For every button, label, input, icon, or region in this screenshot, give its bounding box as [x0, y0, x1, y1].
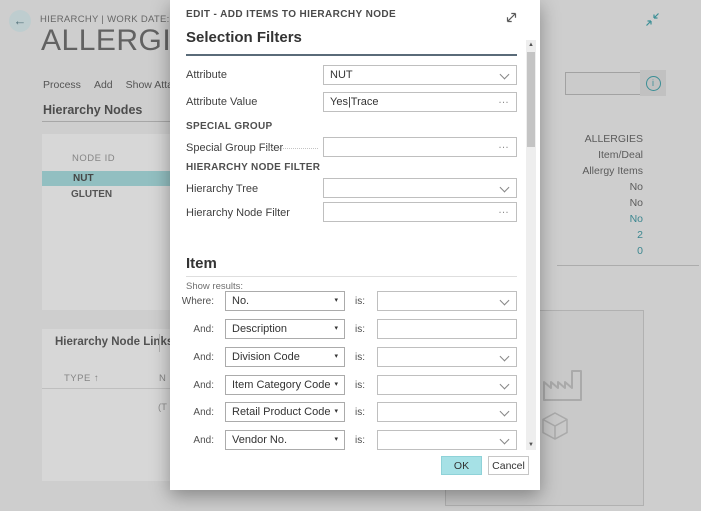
filter-prefix: And: — [180, 352, 214, 363]
filter-value-item-category-code[interactable] — [377, 375, 517, 395]
assist-edit-icon[interactable]: … — [498, 94, 510, 106]
action-menu: Process Add Show Attach — [43, 79, 184, 91]
second-column-header[interactable]: N — [159, 373, 166, 384]
hierarchy-tree-label: Hierarchy Tree — [186, 183, 258, 195]
table-header-divider — [42, 388, 171, 389]
is-label: is: — [355, 296, 365, 307]
item-section-heading: Item — [186, 255, 217, 272]
chevron-down-icon — [500, 70, 510, 80]
filter-input[interactable] — [565, 72, 641, 95]
is-label: is: — [355, 352, 365, 363]
special-group-filter-field[interactable]: … — [323, 137, 517, 157]
filter-value-description[interactable] — [377, 319, 517, 339]
cancel-button[interactable]: Cancel — [488, 456, 529, 475]
is-label: is: — [355, 380, 365, 391]
filter-value-vendor-no[interactable] — [377, 430, 517, 450]
scrollbar-thumb[interactable] — [527, 52, 535, 147]
hierarchy-node-filter-heading: HIERARCHY NODE FILTER — [186, 162, 320, 173]
field-select-division-code[interactable]: Division Code ▾ — [225, 347, 345, 367]
attribute-label: Attribute — [186, 69, 227, 81]
select-caret-icon: ▾ — [334, 435, 338, 443]
nodes-section-heading: Hierarchy Nodes — [43, 103, 142, 117]
info-icon: i — [646, 76, 661, 91]
menu-item-process[interactable]: Process — [43, 79, 81, 91]
back-arrow-icon: ← — [14, 13, 27, 28]
field-select-no[interactable]: No. ▾ — [225, 291, 345, 311]
selection-filters-heading: Selection Filters — [186, 29, 302, 46]
is-label: is: — [355, 435, 365, 446]
attribute-dropdown[interactable]: NUT — [323, 65, 517, 85]
dialog-title: EDIT - ADD ITEMS TO HIERARCHY NODE — [186, 9, 396, 20]
filter-value-retail-product-code[interactable] — [377, 402, 517, 422]
expand-diagonal-icon — [503, 9, 520, 26]
attribute-value-label: Attribute Value — [186, 96, 257, 108]
field-select-item-category-code[interactable]: Item Category Code ▾ — [225, 375, 345, 395]
filter-value-division-code[interactable] — [377, 347, 517, 367]
chevron-down-icon — [500, 407, 510, 417]
app-window: ← HIERARCHY | WORK DATE: 5/21/2 ALLERGIE… — [0, 0, 701, 511]
hierarchy-node-links-card: Hierarchy Node Links TYPE ↑ N (T — [42, 329, 171, 481]
is-label: is: — [355, 407, 365, 418]
filter-prefix: And: — [180, 324, 214, 335]
hierarchy-tree-dropdown[interactable] — [323, 178, 517, 198]
chevron-down-icon — [500, 435, 510, 445]
empty-list-message: (T — [158, 402, 167, 413]
tab-separator — [159, 334, 160, 352]
field-select-retail-product-code[interactable]: Retail Product Code ▾ — [225, 402, 345, 422]
add-items-dialog: EDIT - ADD ITEMS TO HIERARCHY NODE Selec… — [170, 0, 540, 490]
attribute-value-field[interactable]: Yes|Trace … — [323, 92, 517, 112]
filter-prefix: Where: — [180, 296, 214, 307]
back-button[interactable]: ← — [9, 10, 31, 32]
filter-prefix: And: — [180, 407, 214, 418]
cube-icon — [541, 411, 569, 441]
select-caret-icon: ▾ — [334, 352, 338, 360]
assist-edit-icon[interactable]: … — [498, 139, 510, 151]
select-caret-icon: ▾ — [334, 296, 338, 304]
node-row-nut[interactable]: NUT — [42, 171, 171, 186]
filter-prefix: And: — [180, 380, 214, 391]
field-select-vendor-no[interactable]: Vendor No. ▾ — [225, 430, 345, 450]
dotted-leader — [266, 148, 318, 149]
hierarchy-node-filter-label: Hierarchy Node Filter — [186, 207, 290, 219]
menu-item-add[interactable]: Add — [94, 79, 113, 91]
chevron-down-icon — [500, 352, 510, 362]
select-caret-icon: ▾ — [334, 324, 338, 332]
dialog-scrollbar[interactable]: ▲ ▼ — [526, 40, 536, 450]
heading-underline — [186, 54, 517, 56]
factbox-divider — [557, 265, 699, 266]
node-id-column-header[interactable]: NODE ID — [72, 153, 115, 164]
hierarchy-nodes-card: NODE ID NUT GLUTEN — [42, 134, 171, 310]
collapse-arrows-icon — [645, 12, 660, 27]
filter-value-no[interactable] — [377, 291, 517, 311]
expand-dialog-button[interactable] — [503, 9, 520, 26]
special-group-heading: SPECIAL GROUP — [186, 121, 273, 132]
select-caret-icon: ▾ — [334, 380, 338, 388]
scroll-down-icon[interactable]: ▼ — [526, 440, 536, 450]
section-divider — [42, 121, 171, 122]
collapse-factbox-button[interactable] — [645, 12, 660, 27]
ok-button[interactable]: OK — [441, 456, 482, 475]
filter-prefix: And: — [180, 435, 214, 446]
chevron-down-icon — [500, 380, 510, 390]
factory-icon — [541, 367, 585, 403]
hierarchy-node-filter-field[interactable]: … — [323, 202, 517, 222]
select-caret-icon: ▾ — [334, 407, 338, 415]
chevron-down-icon — [500, 296, 510, 306]
assist-edit-icon[interactable]: … — [498, 204, 510, 216]
field-select-description[interactable]: Description ▾ — [225, 319, 345, 339]
node-row-gluten[interactable]: GLUTEN — [42, 187, 171, 202]
info-button[interactable]: i — [640, 70, 666, 96]
type-column-header[interactable]: TYPE ↑ — [64, 373, 99, 384]
chevron-down-icon — [500, 183, 510, 193]
scroll-up-icon[interactable]: ▲ — [526, 40, 536, 50]
sort-ascending-icon: ↑ — [94, 373, 99, 384]
links-card-heading: Hierarchy Node Links — [55, 336, 171, 348]
is-label: is: — [355, 324, 365, 335]
item-heading-underline — [186, 276, 517, 277]
